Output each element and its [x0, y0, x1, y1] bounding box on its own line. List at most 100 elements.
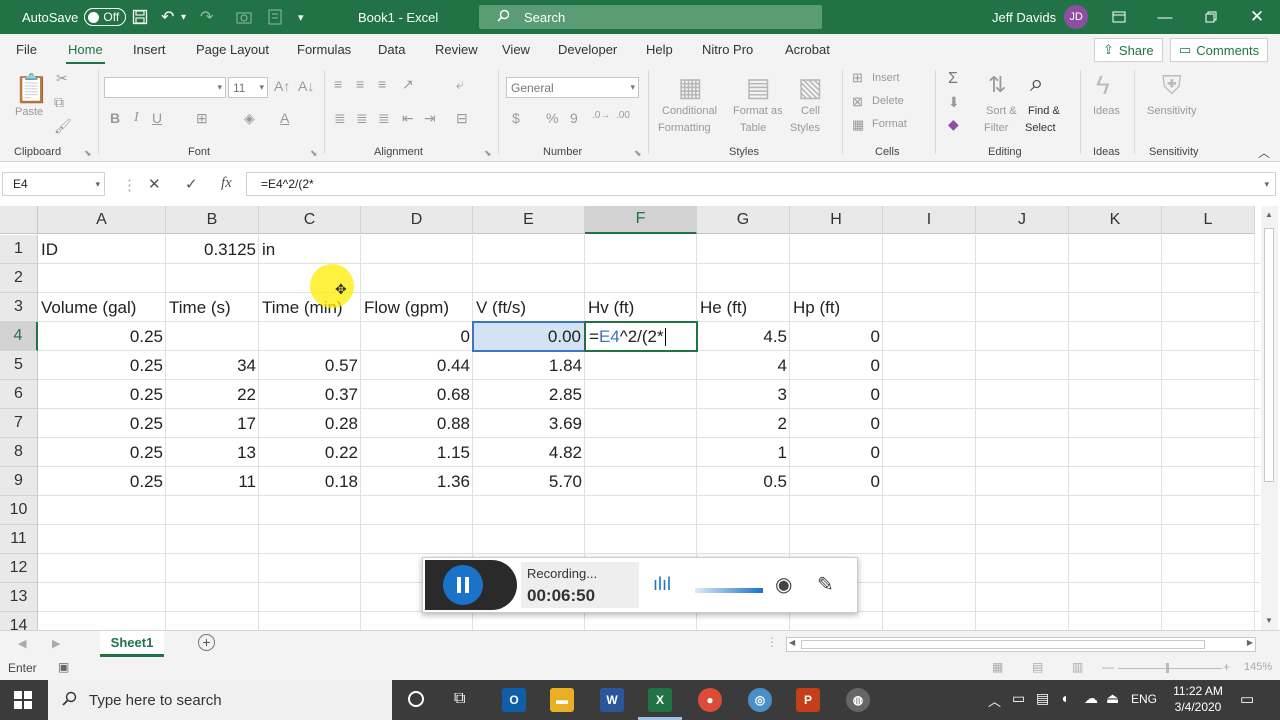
- cell-d3[interactable]: Flow (gpm): [361, 293, 473, 322]
- increase-indent-icon[interactable]: ⇥: [424, 110, 436, 127]
- cell-e6[interactable]: 2.85: [473, 380, 585, 409]
- row-header-12[interactable]: 12: [0, 554, 38, 583]
- pen-icon[interactable]: ✎: [817, 572, 834, 597]
- tab-home[interactable]: Home: [66, 42, 105, 65]
- column-header-d[interactable]: D: [361, 206, 473, 234]
- row-header-4[interactable]: 4: [0, 322, 38, 351]
- name-box[interactable]: E4 ▾: [2, 172, 105, 196]
- chrome-icon[interactable]: ●: [698, 688, 722, 712]
- next-sheet-icon[interactable]: ▶: [52, 637, 60, 650]
- macro-record-icon[interactable]: ▣: [58, 660, 69, 674]
- ideas-button-label[interactable]: Ideas: [1093, 105, 1120, 117]
- volume-icon[interactable]: ◖: [1060, 690, 1068, 706]
- vertical-scrollbar[interactable]: ▲ ▼: [1261, 206, 1278, 630]
- zoom-slider-thumb[interactable]: [1166, 663, 1169, 673]
- cell-a4[interactable]: 0.25: [38, 322, 166, 351]
- format-as-table-label[interactable]: Format as: [733, 105, 783, 117]
- expand-formula-icon[interactable]: ▾: [1264, 179, 1269, 190]
- onedrive-icon[interactable]: ☁: [1084, 690, 1098, 707]
- number-launcher-icon[interactable]: ⬊: [634, 148, 642, 159]
- pause-recording-button[interactable]: [443, 565, 483, 605]
- ideas-icon[interactable]: ϟ: [1096, 70, 1110, 101]
- format-cells-icon[interactable]: ▦: [852, 117, 864, 133]
- cell-b1[interactable]: 0.3125: [166, 235, 259, 264]
- undo-icon[interactable]: ↶: [161, 0, 174, 34]
- cell-g7[interactable]: 2: [697, 409, 790, 438]
- cell-d7[interactable]: 0.88: [361, 409, 473, 438]
- column-header-c[interactable]: C: [259, 206, 361, 234]
- column-header-k[interactable]: K: [1069, 206, 1162, 234]
- task-view-icon[interactable]: ⧉: [454, 690, 465, 708]
- formula-input[interactable]: =E4^2/(2* ▾: [246, 172, 1276, 196]
- borders-icon[interactable]: ⊞: [196, 110, 208, 127]
- horizontal-scroll-thumb[interactable]: [801, 640, 1205, 649]
- column-header-b[interactable]: B: [166, 206, 259, 234]
- column-header-l[interactable]: L: [1162, 206, 1255, 234]
- cell-h3[interactable]: Hp (ft): [790, 293, 883, 322]
- cell-b9[interactable]: 11: [166, 467, 259, 496]
- customize-toolbar-icon[interactable]: ▾: [298, 0, 304, 34]
- row-header-10[interactable]: 10: [0, 496, 38, 525]
- page-break-view-icon[interactable]: ▥: [1072, 660, 1083, 674]
- cortana-icon[interactable]: [408, 691, 424, 707]
- cell-d8[interactable]: 1.15: [361, 438, 473, 467]
- tab-acrobat[interactable]: Acrobat: [785, 42, 830, 57]
- align-right-icon[interactable]: ≣: [378, 110, 390, 127]
- word-icon[interactable]: W: [600, 688, 624, 712]
- upload-icon[interactable]: ⏏: [1106, 690, 1119, 707]
- align-left-icon[interactable]: ≣: [334, 110, 346, 127]
- tab-page-layout[interactable]: Page Layout: [196, 42, 269, 57]
- decrease-decimal-icon[interactable]: .00: [616, 110, 630, 121]
- column-header-f[interactable]: F: [585, 206, 697, 234]
- row-header-9[interactable]: 9: [0, 467, 38, 496]
- cell-g8[interactable]: 1: [697, 438, 790, 467]
- camera-icon[interactable]: [236, 0, 252, 34]
- align-center-icon[interactable]: ≣: [356, 110, 368, 127]
- decrease-font-icon[interactable]: A↓: [298, 78, 314, 94]
- format-as-table-label-2[interactable]: Table: [740, 122, 766, 134]
- delete-cells-label[interactable]: Delete: [872, 95, 904, 107]
- network-icon[interactable]: ▤: [1036, 690, 1049, 707]
- cell-b3[interactable]: Time (s): [166, 293, 259, 322]
- sensitivity-button-label[interactable]: Sensitivity: [1147, 105, 1197, 117]
- insert-function-icon[interactable]: fx: [221, 175, 232, 192]
- format-as-table-icon[interactable]: ▤: [746, 72, 771, 103]
- cell-b6[interactable]: 22: [166, 380, 259, 409]
- cut-icon[interactable]: ✂: [56, 70, 68, 87]
- cell-c5[interactable]: 0.57: [259, 351, 361, 380]
- cell-g4[interactable]: 4.5: [697, 322, 790, 351]
- paste-label[interactable]: Paste: [15, 106, 43, 118]
- row-header-13[interactable]: 13: [0, 583, 38, 612]
- cell-a9[interactable]: 0.25: [38, 467, 166, 496]
- notifications-icon[interactable]: ▭: [1240, 690, 1254, 708]
- sheet-tab-sheet1[interactable]: Sheet1: [100, 631, 164, 657]
- autosum-icon[interactable]: Σ: [948, 70, 958, 88]
- copy-icon[interactable]: ⧉: [54, 94, 64, 111]
- font-size-box[interactable]: 11 ▾: [228, 77, 268, 98]
- cell-styles-label[interactable]: Cell: [801, 105, 820, 117]
- zoom-in-icon[interactable]: +: [1223, 660, 1230, 674]
- conditional-formatting-label[interactable]: Conditional: [662, 105, 717, 117]
- clock[interactable]: 11:22 AM 3/4/2020: [1172, 684, 1224, 714]
- column-header-g[interactable]: G: [697, 206, 790, 234]
- middle-align-icon[interactable]: ≡: [356, 76, 364, 92]
- cell-e3[interactable]: V (ft/s): [473, 293, 585, 322]
- recorder-app-icon[interactable]: ◍: [846, 688, 870, 712]
- prev-sheet-icon[interactable]: ◀: [18, 637, 26, 650]
- cell-a8[interactable]: 0.25: [38, 438, 166, 467]
- tab-nitro-pro[interactable]: Nitro Pro: [702, 42, 753, 57]
- wrap-text-icon[interactable]: ⤶: [456, 76, 464, 93]
- cell-f4-editing[interactable]: = E4 ^2/(2*: [584, 321, 698, 352]
- add-sheet-icon[interactable]: +: [198, 634, 215, 651]
- close-icon[interactable]: ✕: [1234, 0, 1280, 34]
- tab-formulas[interactable]: Formulas: [297, 42, 351, 57]
- cell-f3[interactable]: Hv (ft): [585, 293, 697, 322]
- scroll-up-icon[interactable]: ▲: [1265, 210, 1273, 219]
- clipboard-launcher-icon[interactable]: ⬊: [84, 148, 92, 159]
- column-header-i[interactable]: I: [883, 206, 976, 234]
- cell-g5[interactable]: 4: [697, 351, 790, 380]
- restore-icon[interactable]: [1188, 0, 1234, 34]
- comma-style-icon[interactable]: 9: [570, 110, 578, 126]
- row-header-3[interactable]: 3: [0, 293, 38, 322]
- autosave-toggle[interactable]: Off: [84, 8, 127, 26]
